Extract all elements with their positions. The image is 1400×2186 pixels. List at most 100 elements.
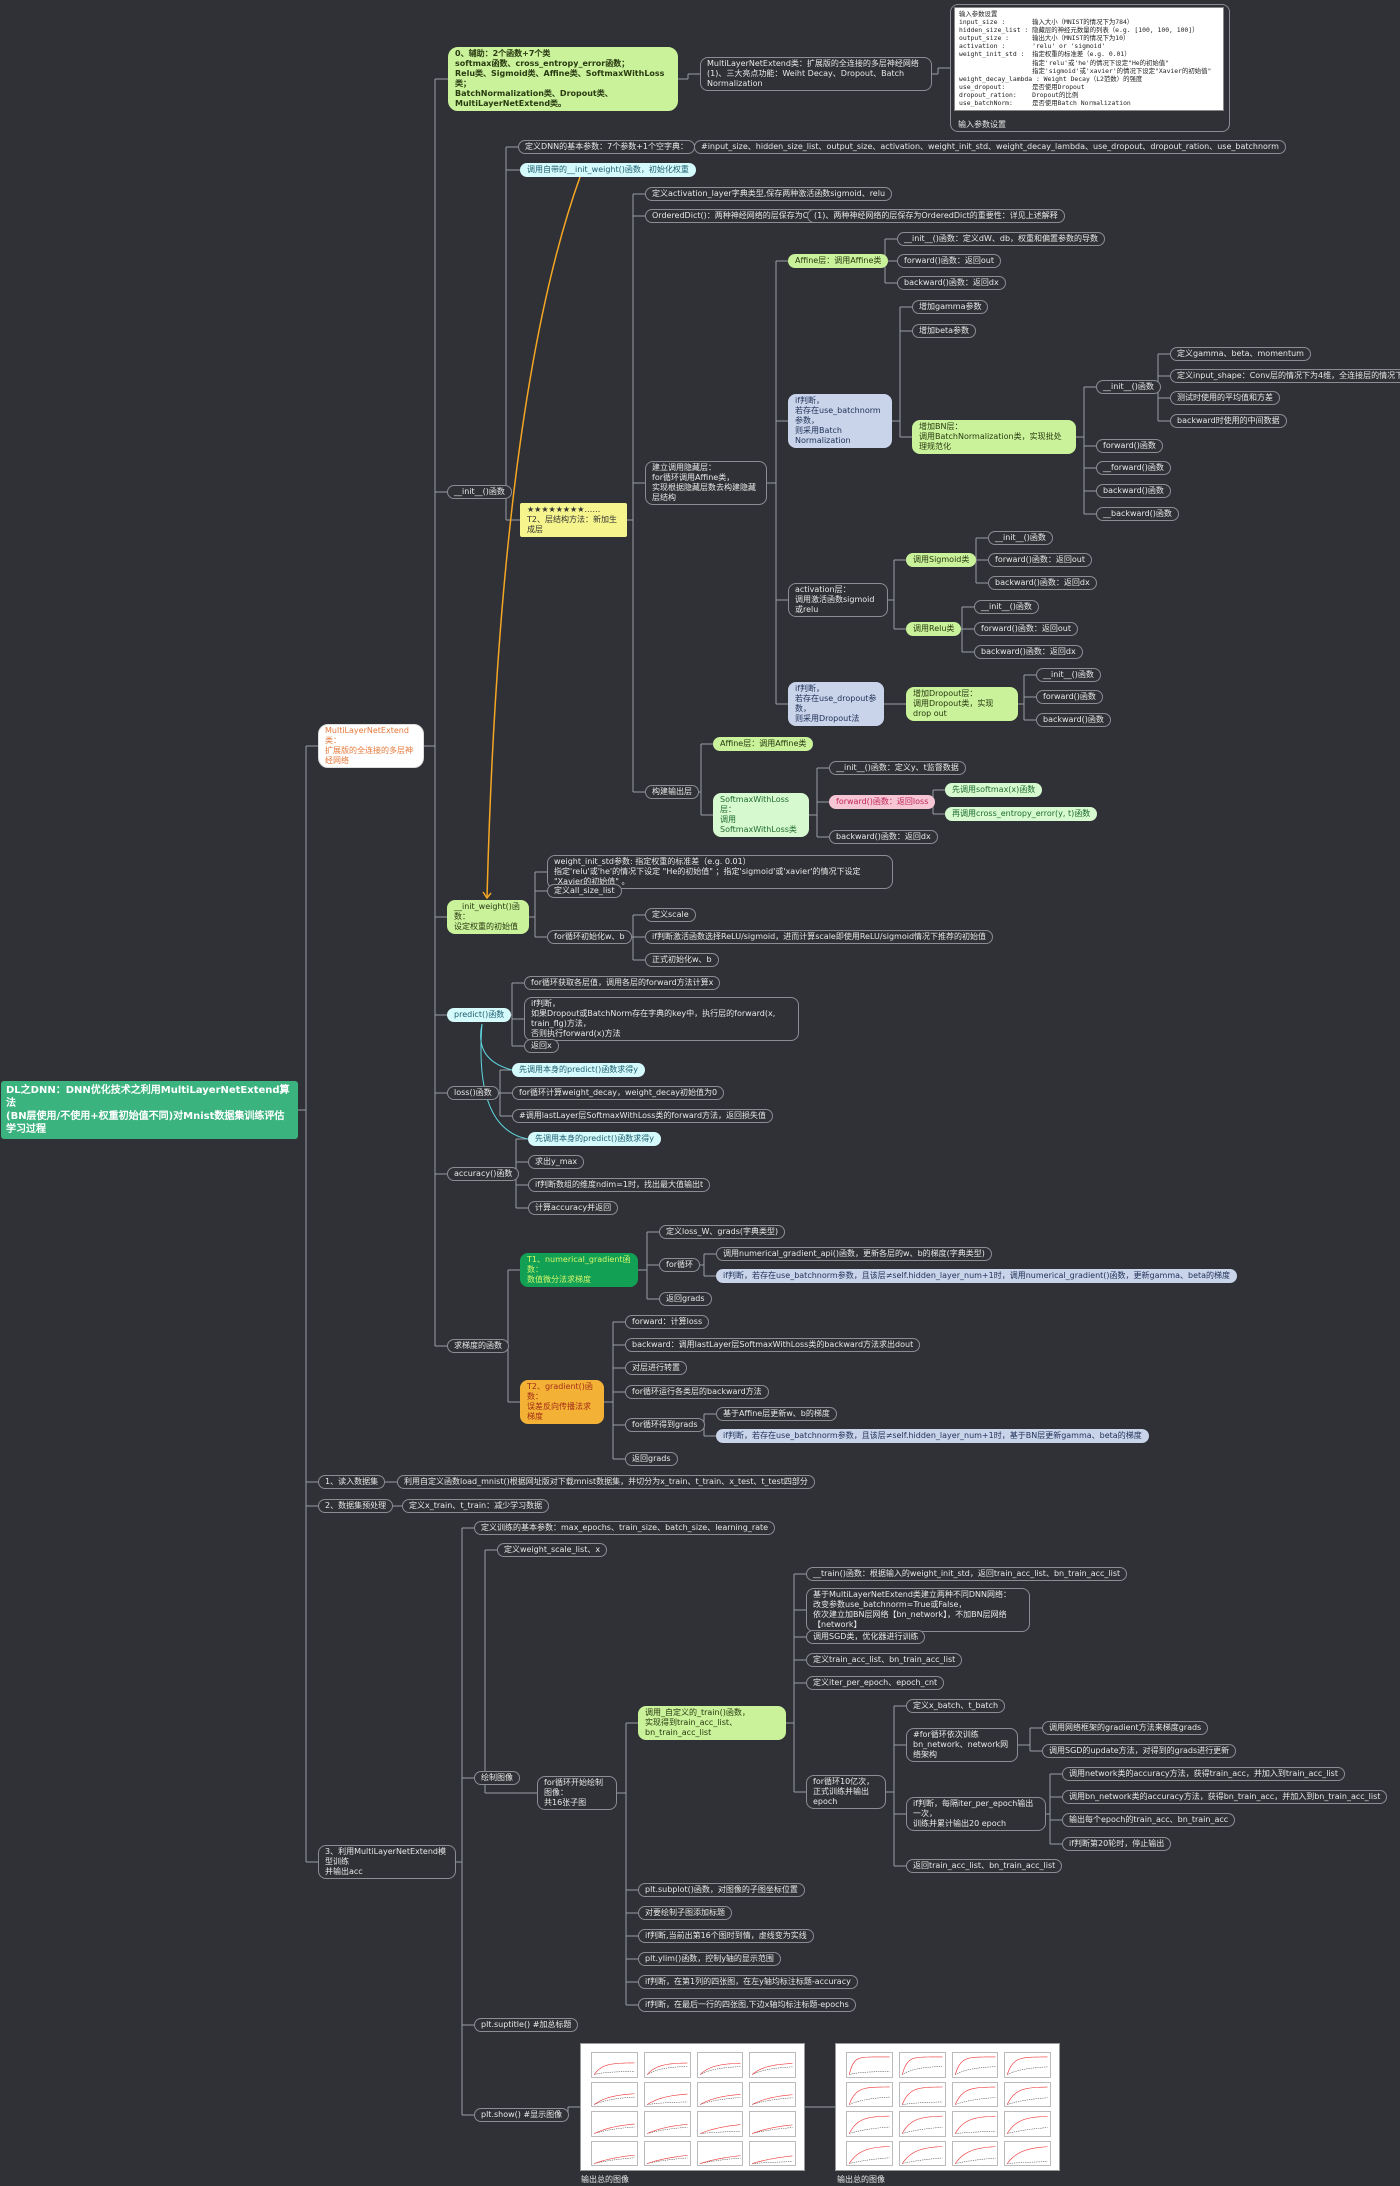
- activation-layer-node[interactable]: activation层： 调用激活函数sigmoid或relu: [788, 583, 888, 617]
- hidden-affine-init-node[interactable]: __init__()函数：定义dW、db，权重和偏置参数的导数: [897, 232, 1106, 246]
- backprop-gradient-node[interactable]: T2、gradient()函数： 误差反向传播法求梯度: [520, 1380, 604, 1424]
- predict-for-node[interactable]: for循环获取各层值，调用各层的forward方法计算x: [524, 976, 721, 990]
- numerical-gradient-node[interactable]: T1、numerical_gradient函数： 数值微分法求梯度: [520, 1253, 638, 1287]
- accuracy-predict-node[interactable]: 先调用本身的predict()函数求得y: [528, 1132, 661, 1146]
- define-train-params-node[interactable]: 定义训练的基本参数：max_epochs、train_size、batch_si…: [474, 1521, 776, 1535]
- softmax-backward-node[interactable]: backward()函数：返回dx: [829, 830, 938, 844]
- scale-if-node[interactable]: if判断激活函数选择ReLU/sigmoid，进而计算scale即使用ReLU/…: [645, 930, 994, 944]
- loss-w-node[interactable]: 定义loss_W、grads(字典类型): [659, 1225, 786, 1239]
- train-func-node[interactable]: __train()函数：根据输入的weight_init_std，返回train…: [806, 1567, 1128, 1581]
- scale-node[interactable]: 定义scale: [645, 908, 696, 922]
- for10-node[interactable]: for循环10亿次， 正式训练并输出epoch: [806, 1775, 886, 1809]
- affine-grad-node[interactable]: 基于Affine层更新w、b的梯度: [716, 1407, 837, 1421]
- t2-for-backward-node[interactable]: for循环运行各类层的backward方法: [625, 1385, 769, 1399]
- bn-init-backward-data-node[interactable]: backward时使用的中间数据: [1170, 414, 1287, 428]
- call-train-node[interactable]: 调用_自定义的_train()函数， 实现得到train_acc_list、bn…: [638, 1706, 786, 1740]
- numerical-api-node[interactable]: 调用numerical_gradient_api()函数，更新各层的w、b的梯度…: [716, 1247, 992, 1261]
- stop-output-node[interactable]: if判断第20轮时，停止输出: [1062, 1837, 1172, 1851]
- build-hidden-node[interactable]: 建立调用隐藏层： for循环调用Affine类， 实现根据隐藏层数去构建隐藏层结…: [645, 461, 767, 505]
- relu-node[interactable]: 调用Relu类: [906, 622, 962, 636]
- xlabel-node[interactable]: if判断，在最后一行的四张图,下边x轴均标注标题-epochs: [638, 1998, 856, 2012]
- draw-image-node[interactable]: 绘制图像: [474, 1771, 520, 1785]
- return-acc-node[interactable]: 返回train_acc_list、bn_train_acc_list: [906, 1859, 1063, 1873]
- predict-node[interactable]: predict()函数: [447, 1008, 512, 1022]
- init-define-node[interactable]: 定义DNN的基本参数：7个参数+1个空字典：: [518, 140, 696, 154]
- bn-init-gamma-node[interactable]: 定义gamma、beta、momentum: [1170, 347, 1311, 361]
- step1-node[interactable]: 1、读入数据集: [318, 1475, 386, 1489]
- sigmoid-node[interactable]: 调用Sigmoid类: [906, 553, 977, 567]
- t2-forward-node[interactable]: forward：计算loss: [625, 1315, 710, 1329]
- print-epoch-node[interactable]: 输出每个epoch的train_acc、bn_train_acc: [1062, 1813, 1236, 1827]
- predict-return-node[interactable]: 返回x: [524, 1039, 559, 1053]
- step2-node[interactable]: 2、数据集预处理: [318, 1499, 394, 1513]
- t2-backward-node[interactable]: backward：调用lastLayer层SoftmaxWithLoss类的ba…: [625, 1338, 921, 1352]
- hidden-affine-backward-node[interactable]: backward()函数：返回dx: [897, 276, 1006, 290]
- hidden-affine-forward-node[interactable]: forward()函数：返回out: [897, 254, 1002, 268]
- bn-private-forward-node[interactable]: __forward()函数: [1096, 461, 1171, 475]
- accuracy-node[interactable]: accuracy()函数: [447, 1167, 520, 1181]
- suptitle-node[interactable]: plt.suptitle() #加总标题: [474, 2018, 579, 2032]
- bn-private-backward-node[interactable]: __backward()函数: [1096, 507, 1179, 521]
- numerical-bn-node[interactable]: if判断，若存在use_batchnorm参数，且该层≠self.hidden_…: [716, 1269, 1238, 1283]
- loss-decay-node[interactable]: for循环计算weight_decay，weight_decay初始值为0: [512, 1086, 725, 1100]
- beta-node[interactable]: 增加beta参数: [912, 324, 977, 338]
- sigmoid-init-node[interactable]: __init__()函数: [988, 531, 1053, 545]
- dropout-layer-node[interactable]: 增加Dropout层： 调用Dropout类，实现drop out: [906, 687, 1018, 721]
- ordereddict-importance-node[interactable]: (1)、两种神经网络的层保存为OrderedDict的重要性：详见上述解释: [807, 209, 1065, 223]
- bn-network-accuracy-node[interactable]: 调用bn_network类的accuracy方法，获得bn_train_acc，…: [1062, 1790, 1388, 1804]
- sigmoid-backward-node[interactable]: backward()函数：返回dx: [988, 576, 1097, 590]
- softmax-init-node[interactable]: __init__()函数：定义y、t监督数据: [829, 761, 966, 775]
- subplot-title-node[interactable]: 对要绘制子图添加标题: [638, 1906, 732, 1920]
- dropout-forward-node[interactable]: forward()函数: [1036, 690, 1103, 704]
- build-networks-node[interactable]: 基于MultiLayerNetExtend类建立两种不同DNN网络： 改变参数u…: [806, 1588, 1030, 1632]
- for16-node[interactable]: for循环开始绘制图像： 共16张子图: [537, 1776, 617, 1810]
- loss-node[interactable]: loss()函数: [447, 1086, 499, 1100]
- step2-child-node[interactable]: 定义x_train、t_train：减少学习数据: [402, 1499, 550, 1513]
- step3-node[interactable]: 3、利用MultiLayerNetExtend模型训练 并输出acc: [318, 1845, 456, 1879]
- softmax-layer-node[interactable]: SoftmaxWithLoss层： 调用SoftmaxWithLoss类: [713, 793, 809, 837]
- relu-backward-node[interactable]: backward()函数：返回dx: [974, 645, 1083, 659]
- for-networks-node[interactable]: #for循环依次训练 bn_network、network网络架构: [906, 1728, 1018, 1762]
- weight-scale-node[interactable]: 定义weight_scale_list、x: [497, 1543, 608, 1557]
- gradient-node[interactable]: 求梯度的函数: [447, 1339, 509, 1353]
- batchnorm-judge-node[interactable]: if判断， 若存在use_batchnorm参数， 则采用Batch Norma…: [788, 394, 892, 448]
- layer-structure-node[interactable]: ★★★★★★★★…… T2、层结构方法：新加生成层: [520, 503, 627, 537]
- dropout-backward-node[interactable]: backward()函数: [1036, 713, 1111, 727]
- init-function-node[interactable]: __init__()函数: [447, 485, 512, 499]
- sgd-node[interactable]: 调用SGD类，优化器进行训练: [806, 1630, 926, 1644]
- accuracy-ymax-node[interactable]: 求出y_max: [528, 1155, 585, 1169]
- dropout-init-node[interactable]: __init__()函数: [1036, 668, 1101, 682]
- accuracy-return-node[interactable]: 计算accuracy并返回: [528, 1201, 619, 1215]
- formal-init-node[interactable]: 正式初始化w、b: [645, 953, 719, 967]
- bn-init-node[interactable]: __init__()函数: [1096, 380, 1161, 394]
- sgd-update-node[interactable]: 调用SGD的update方法，对得到的grads进行更新: [1042, 1744, 1237, 1758]
- ylim-node[interactable]: plt.ylim()函数，控制y轴的显示范围: [638, 1952, 781, 1966]
- bn-forward-node[interactable]: forward()函数: [1096, 439, 1163, 453]
- subplot-node[interactable]: plt.subplot()函数，对图像的子图坐标位置: [638, 1883, 805, 1897]
- show-node[interactable]: plt.show() #显示图像: [474, 2108, 570, 2122]
- batch-node[interactable]: 定义x_batch、t_batch: [906, 1699, 1006, 1713]
- for-init-wb-node[interactable]: for循环初始化w、b: [547, 930, 632, 944]
- iter-per-epoch-node[interactable]: 定义iter_per_epoch、epoch_cnt: [806, 1676, 945, 1690]
- bn-backward-node[interactable]: backward()函数: [1096, 484, 1171, 498]
- init-weight-node[interactable]: __init_weight()函数： 设定权重的初始值: [447, 900, 529, 934]
- dropout-judge-node[interactable]: if判断， 若存在use_dropout参数， 则采用Dropout法: [788, 682, 884, 726]
- aux-child-node[interactable]: MultiLayerNetExtend类：扩展版的全连接的多层神经网络 (1)、…: [700, 57, 932, 91]
- build-output-node[interactable]: 构建输出层: [645, 785, 699, 799]
- bn-grad-node[interactable]: if判断，若存在use_batchnorm参数，且该层≠self.hidden_…: [716, 1429, 1149, 1443]
- relu-init-node[interactable]: __init__()函数: [974, 600, 1039, 614]
- t2-return-node[interactable]: 返回grads: [625, 1452, 678, 1466]
- call-init-weight-node[interactable]: 调用自带的__init_weight()函数，初始化权重: [520, 163, 696, 177]
- relu-forward-node[interactable]: forward()函数：返回out: [974, 622, 1079, 636]
- gamma-node[interactable]: 增加gamma参数: [912, 300, 989, 314]
- t2-for-grads-node[interactable]: for循环得到grads: [625, 1418, 705, 1432]
- predict-if-node[interactable]: if判断， 如果Dropout或BatchNorm存在字典的key中，执行层的f…: [524, 997, 799, 1041]
- softmax-forward-node[interactable]: forward()函数：返回loss: [829, 795, 936, 809]
- loss-predict-node[interactable]: 先调用本身的predict()函数求得y: [512, 1063, 645, 1077]
- ylabel-node[interactable]: if判断，在第1列的四张图，在左y轴均标注标题-accuracy: [638, 1975, 858, 1989]
- t1-return-node[interactable]: 返回grads: [659, 1292, 712, 1306]
- step1-child-node[interactable]: 利用自定义函数load_mnist()根据网址版对下载mnist数据集，并切分为…: [397, 1475, 815, 1489]
- activation-dict-node[interactable]: 定义activation_layer字典类型,保存两种激活函数sigmoid、r…: [645, 187, 893, 201]
- bn-init-mean-var-node[interactable]: 测试时使用的平均值和方差: [1170, 391, 1280, 405]
- root-node[interactable]: DL之DNN：DNN优化技术之利用MultiLayerNetExtend算法 (…: [1, 1081, 298, 1139]
